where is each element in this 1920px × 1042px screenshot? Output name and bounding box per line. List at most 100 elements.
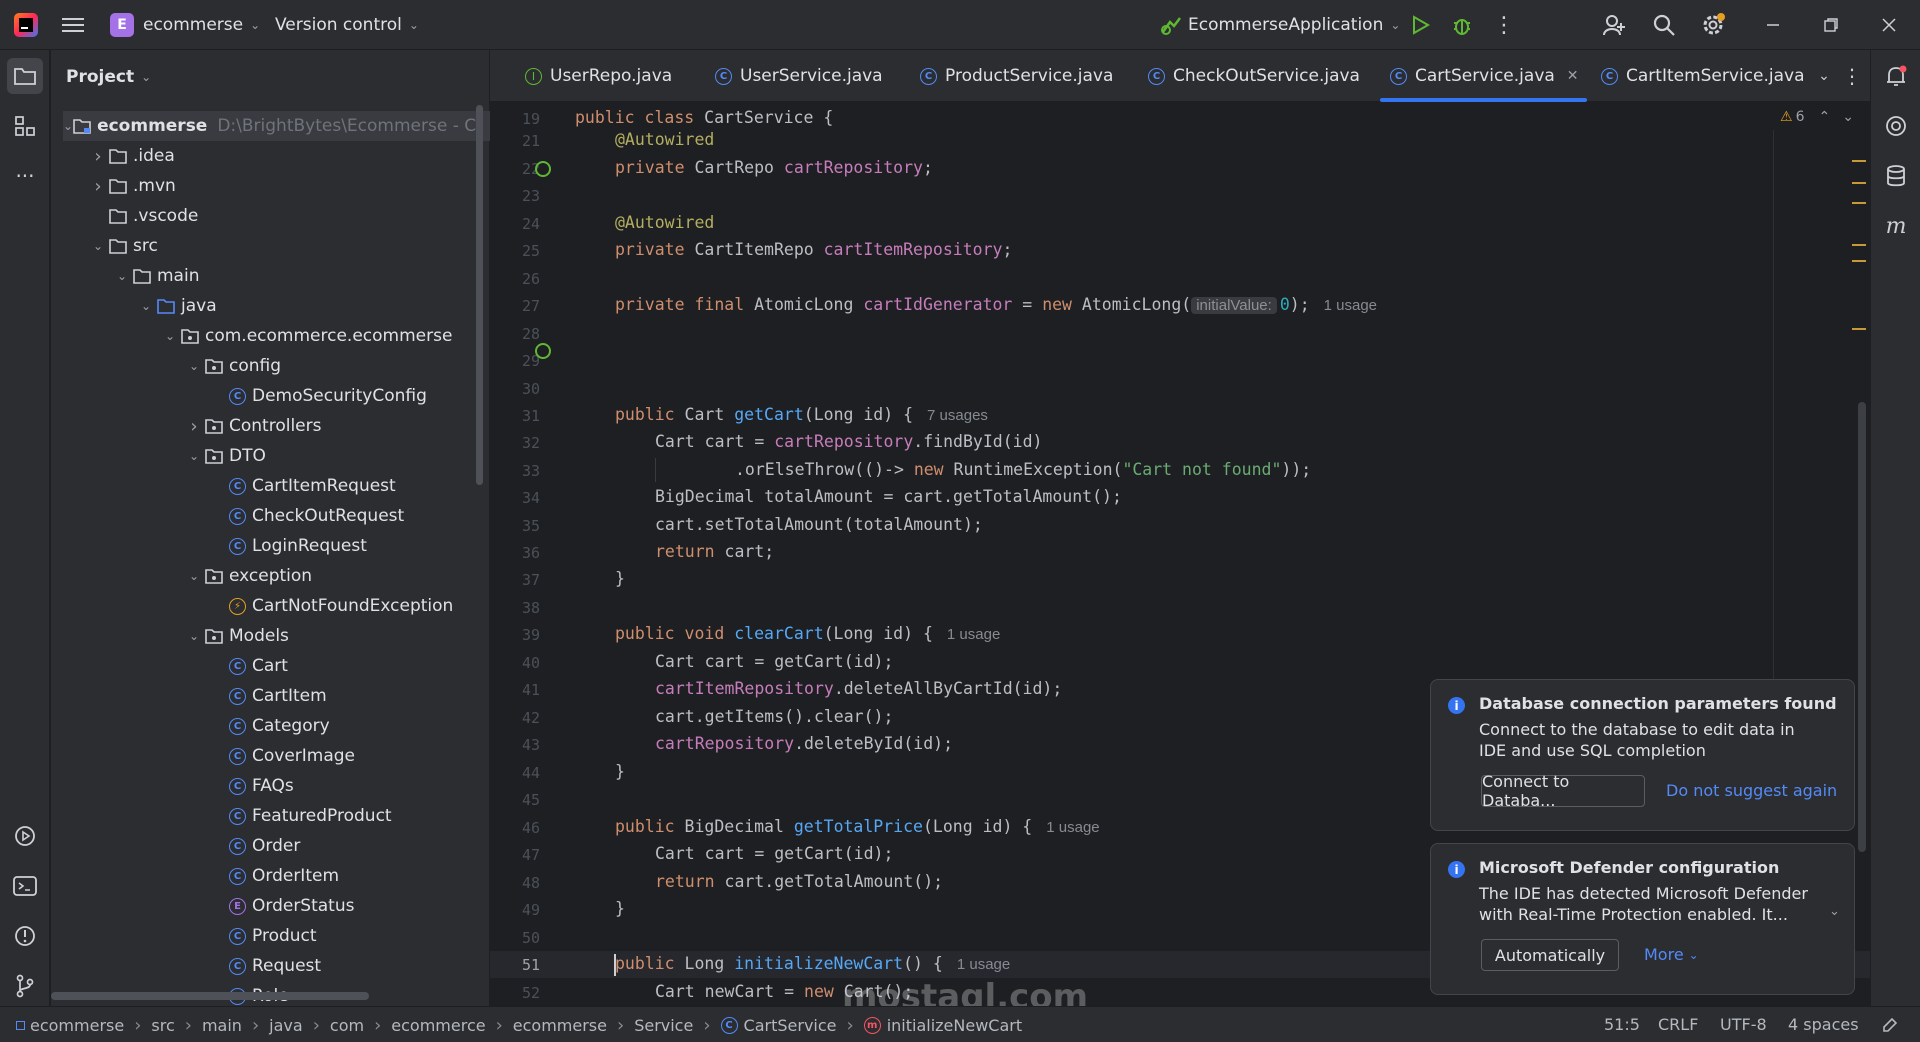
tree-row[interactable]: C CartItem xyxy=(207,681,327,711)
more-tools-icon[interactable]: ··· xyxy=(7,158,43,194)
expand-chevron-icon[interactable]: ⌄ xyxy=(1829,904,1840,919)
warning-marker[interactable] xyxy=(1852,182,1866,184)
breadcrumb-item[interactable]: ecommerse xyxy=(16,1016,124,1035)
chevron-right-icon[interactable]: › xyxy=(183,416,205,437)
chevron-down-icon[interactable]: ⌄ xyxy=(183,629,205,643)
project-switcher[interactable]: E ecommerse ⌄ xyxy=(110,12,260,38)
tabs-more-icon[interactable]: ⋮ xyxy=(1842,64,1862,88)
tab-checkoutservice[interactable]: C CheckOutService.java xyxy=(1148,50,1360,102)
restore-icon[interactable] xyxy=(1818,12,1844,38)
app-logo-icon[interactable] xyxy=(14,13,38,37)
tabs-overflow-icon[interactable]: ⌄ xyxy=(1812,64,1836,88)
tree-row[interactable]: C FeaturedProduct xyxy=(207,801,392,831)
edit-lock-icon[interactable] xyxy=(1880,1015,1900,1035)
vertical-scrollbar[interactable] xyxy=(476,105,483,485)
usages-hint[interactable]: 1 usage xyxy=(957,956,1010,973)
project-panel-header[interactable]: Project ⌄ xyxy=(66,64,151,90)
tab-userrepo[interactable]: I UserRepo.java xyxy=(525,50,672,102)
tree-row[interactable]: › .idea xyxy=(87,141,174,171)
notifications-bell-icon[interactable] xyxy=(1878,58,1914,94)
add-user-icon[interactable] xyxy=(1600,12,1628,38)
tab-userservice[interactable]: C UserService.java xyxy=(715,50,883,102)
tree-row[interactable]: C LoginRequest xyxy=(207,531,367,561)
tree-row[interactable]: C CoverImage xyxy=(207,741,355,771)
project-folder-icon[interactable] xyxy=(7,58,43,94)
code-editor[interactable]: 19 21 22 23 24 25 26 27 28 29 30 31 32 33 34 35 36 37 38 39… xyxy=(490,102,1870,1006)
breadcrumb-item[interactable]: com xyxy=(330,1016,364,1035)
chevron-down-icon[interactable]: ⌄ xyxy=(183,359,205,373)
breadcrumb-item[interactable]: ecommerce xyxy=(391,1016,485,1035)
tree-row[interactable]: C Cart xyxy=(207,651,288,681)
tree-row[interactable]: ⌄ com.ecommerce.ecommerse xyxy=(159,321,452,351)
git-branch-icon[interactable] xyxy=(7,968,43,1004)
warnings-indicator[interactable]: ⚠ 6 ⌃ ⌄ xyxy=(1780,106,1854,128)
settings-gear-icon[interactable] xyxy=(1700,12,1728,38)
tree-row[interactable]: › Controllers xyxy=(183,411,321,441)
run-icon[interactable] xyxy=(1408,12,1434,38)
tree-row[interactable]: C Product xyxy=(207,921,317,951)
tree-row[interactable]: C Order xyxy=(207,831,300,861)
chevron-down-icon[interactable]: ⌄ xyxy=(111,269,133,283)
usages-hint[interactable]: 1 usage xyxy=(1046,819,1099,836)
tree-row[interactable]: ⌄ java xyxy=(135,291,217,321)
chevron-down-icon[interactable]: ⌄ xyxy=(63,119,73,133)
chevron-right-icon[interactable]: › xyxy=(87,176,109,197)
warning-marker[interactable] xyxy=(1852,328,1866,330)
version-control-menu[interactable]: Version control ⌄ xyxy=(275,12,419,38)
warning-marker[interactable] xyxy=(1852,244,1866,246)
terminal-icon[interactable] xyxy=(7,868,43,904)
tab-cartservice[interactable]: C CartService.java ✕ xyxy=(1390,50,1579,102)
tree-row[interactable]: .vscode xyxy=(87,201,198,231)
minimize-icon[interactable] xyxy=(1760,12,1786,38)
services-icon[interactable] xyxy=(7,818,43,854)
tree-row[interactable]: C FAQs xyxy=(207,771,294,801)
spring-bean-icon[interactable] xyxy=(535,343,551,359)
tree-row[interactable]: C Request xyxy=(207,951,321,981)
tree-row[interactable]: E OrderStatus xyxy=(207,891,354,921)
tree-row[interactable]: C DemoSecurityConfig xyxy=(207,381,427,411)
spring-bean-icon[interactable] xyxy=(535,161,551,177)
debug-icon[interactable] xyxy=(1449,12,1475,38)
tree-row[interactable]: › .mvn xyxy=(87,171,175,201)
chevron-down-icon[interactable]: ⌄ xyxy=(159,329,181,343)
tree-row[interactable]: ⌄ exception xyxy=(183,561,312,591)
tree-row[interactable]: ⌄ config xyxy=(183,351,281,381)
do-not-suggest-link[interactable]: Do not suggest again xyxy=(1666,781,1837,800)
usages-hint[interactable]: 7 usages xyxy=(927,407,988,424)
run-config-selector[interactable]: EcommerseApplication ⌄ xyxy=(1160,12,1400,38)
chevron-down-icon[interactable]: ⌄ xyxy=(183,449,205,463)
tree-row[interactable]: C Category xyxy=(207,711,330,741)
tree-row[interactable]: ⌄ DTO xyxy=(183,441,266,471)
horizontal-scrollbar[interactable] xyxy=(51,992,369,1000)
breadcrumb-item[interactable]: Service xyxy=(634,1016,693,1035)
chevron-down-icon[interactable]: ⌄ xyxy=(1842,109,1854,125)
breadcrumb-item[interactable]: C CartService xyxy=(720,1016,837,1035)
search-icon[interactable] xyxy=(1650,12,1678,38)
close-tab-icon[interactable]: ✕ xyxy=(1567,68,1579,84)
chevron-down-icon[interactable]: ⌄ xyxy=(87,239,109,253)
breadcrumb-item[interactable]: m initializeNewCart xyxy=(863,1016,1022,1035)
tree-row[interactable]: ⌄ main xyxy=(111,261,200,291)
warning-marker[interactable] xyxy=(1852,202,1866,204)
tree-row[interactable]: C CartItemRequest xyxy=(207,471,396,501)
chevron-down-icon[interactable]: ⌄ xyxy=(135,299,157,313)
breadcrumb-item[interactable]: ecommerse xyxy=(513,1016,607,1035)
tree-row[interactable]: ⚡ CartNotFoundException xyxy=(207,591,453,621)
tree-row[interactable]: C CheckOutRequest xyxy=(207,501,404,531)
file-encoding[interactable]: UTF-8 xyxy=(1720,1015,1767,1034)
indent-setting[interactable]: 4 spaces xyxy=(1788,1015,1859,1034)
chevron-right-icon[interactable]: › xyxy=(87,146,109,167)
editor-scrollbar[interactable] xyxy=(1858,402,1866,852)
tree-row[interactable]: ⌄ Models xyxy=(183,621,289,651)
maven-icon[interactable]: m xyxy=(1878,208,1914,244)
main-menu-icon[interactable] xyxy=(60,13,86,37)
usages-hint[interactable]: 1 usage xyxy=(1324,297,1377,314)
warning-marker[interactable] xyxy=(1852,260,1866,262)
tab-productservice[interactable]: C ProductService.java xyxy=(920,50,1113,102)
tree-row[interactable]: ⌄ src xyxy=(87,231,158,261)
structure-icon[interactable] xyxy=(7,108,43,144)
breadcrumb-item[interactable]: main xyxy=(202,1016,242,1035)
chevron-up-icon[interactable]: ⌃ xyxy=(1818,109,1830,125)
tree-row-root[interactable]: ⌄ ecommerse D:\BrightBytes\Ecommerse - Cop… xyxy=(63,111,483,141)
warning-marker[interactable] xyxy=(1852,160,1866,162)
